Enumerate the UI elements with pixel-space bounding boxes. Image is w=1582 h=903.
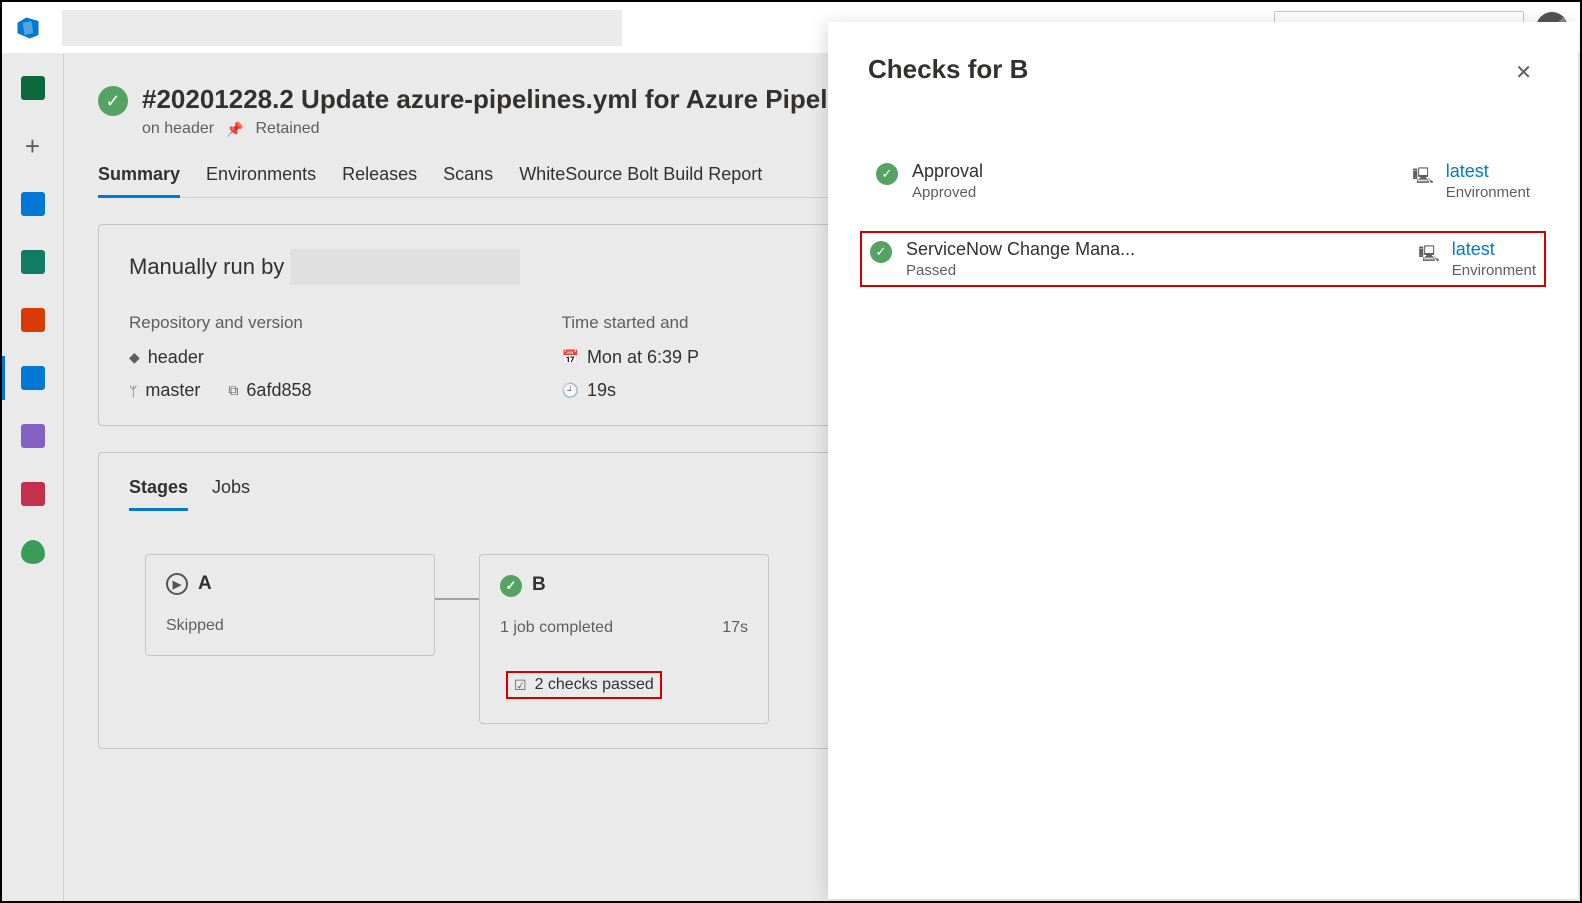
check-success-icon: ✓ <box>870 241 892 263</box>
check-servicenow-title: ServiceNow Change Mana... <box>906 239 1135 260</box>
duration-value: 19s <box>587 380 616 401</box>
checks-icon: ☑ <box>514 677 527 694</box>
stage-a-card[interactable]: ▶ A Skipped <box>145 554 435 656</box>
check-servicenow-status: Passed <box>906 262 1135 279</box>
boards-icon[interactable] <box>17 188 49 220</box>
stage-b-checks[interactable]: 2 checks passed <box>535 676 654 694</box>
env-type-1: Environment <box>1446 184 1530 201</box>
skipped-icon: ▶ <box>166 573 188 595</box>
run-by-label: Manually run by <box>129 254 284 280</box>
tab-environments[interactable]: Environments <box>206 164 316 197</box>
check-approval-title: Approval <box>912 161 983 182</box>
tab-whitesource[interactable]: WhiteSource Bolt Build Report <box>519 164 762 197</box>
stage-a-name: A <box>198 573 212 595</box>
breadcrumb-search-bar[interactable] <box>62 10 622 46</box>
run-by-user-redacted <box>290 249 520 285</box>
env-type-2: Environment <box>1452 262 1536 279</box>
test-plans-icon[interactable] <box>17 420 49 452</box>
tab-releases[interactable]: Releases <box>342 164 417 197</box>
start-time: Mon at 6:39 P <box>587 347 699 368</box>
calendar-icon: 📅 <box>562 349 579 366</box>
check-success-icon: ✓ <box>876 163 898 185</box>
environment-icon: 🖳 <box>1418 243 1439 270</box>
run-title: #20201228.2 Update azure-pipelines.yml f… <box>142 84 851 115</box>
tab-scans[interactable]: Scans <box>443 164 493 197</box>
stage-b-success-icon: ✓ <box>500 575 522 597</box>
stages-tab[interactable]: Stages <box>129 477 188 511</box>
repo-icon: ◆ <box>129 349 140 366</box>
pipelines-icon[interactable] <box>17 362 49 394</box>
jobs-tab[interactable]: Jobs <box>212 477 250 511</box>
retained-label: Retained <box>256 120 320 138</box>
time-label: Time started and <box>562 313 700 333</box>
duration-icon: 🕘 <box>562 382 579 399</box>
pipelines-source-icon[interactable] <box>17 304 49 336</box>
repo-name[interactable]: header <box>148 347 204 368</box>
left-nav-rail: + <box>2 54 64 901</box>
project-icon[interactable] <box>17 72 49 104</box>
security-icon[interactable] <box>17 536 49 568</box>
stage-connector <box>435 598 479 600</box>
add-icon[interactable]: + <box>17 130 49 162</box>
branch-icon: ᛘ <box>129 383 137 399</box>
stage-b-card[interactable]: ✓ B 1 job completed 17s ☑ 2 checks passe… <box>479 554 769 724</box>
repos-icon[interactable] <box>17 246 49 278</box>
panel-title: Checks for B <box>868 54 1028 85</box>
repo-version-label: Repository and version <box>129 313 312 333</box>
azure-devops-logo[interactable] <box>14 14 42 42</box>
stage-b-jobs: 1 job completed <box>500 619 613 637</box>
check-row-servicenow[interactable]: ✓ ServiceNow Change Mana... Passed 🖳 lat… <box>860 231 1546 287</box>
pin-icon: 📌 <box>226 121 243 138</box>
check-row-approval[interactable]: ✓ Approval Approved 🖳 latest Environment <box>868 155 1538 207</box>
close-icon[interactable]: ✕ <box>1509 54 1538 91</box>
check-approval-status: Approved <box>912 184 983 201</box>
run-success-icon: ✓ <box>98 86 128 116</box>
stage-b-duration: 17s <box>722 619 748 637</box>
env-link-latest-1[interactable]: latest <box>1446 161 1530 182</box>
branch-label[interactable]: on header <box>142 120 214 138</box>
env-link-latest-2[interactable]: latest <box>1452 239 1536 260</box>
checks-panel: Checks for B ✕ ✓ Approval Approved 🖳 lat… <box>828 22 1578 899</box>
artifacts-icon[interactable] <box>17 478 49 510</box>
branch-name[interactable]: master <box>145 380 200 401</box>
stage-b-name: B <box>532 574 546 596</box>
commit-icon: ⧉ <box>228 382 238 399</box>
stage-a-status: Skipped <box>166 617 224 635</box>
environment-icon: 🖳 <box>1412 165 1433 192</box>
tab-summary[interactable]: Summary <box>98 164 180 198</box>
commit-hash[interactable]: 6afd858 <box>246 380 311 401</box>
